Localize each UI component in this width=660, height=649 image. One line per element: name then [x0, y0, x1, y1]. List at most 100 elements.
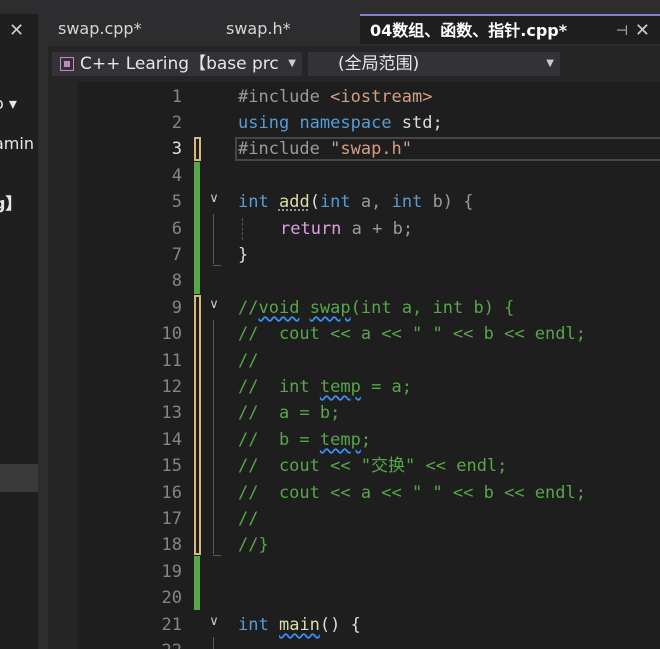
comment-text: // cout << "交换" << endl; [238, 456, 508, 476]
tab-swap-cpp[interactable]: swap.cpp* [48, 14, 214, 44]
saved-change-marker [194, 162, 200, 294]
keyword: namespace [299, 113, 392, 133]
close-tab-icon[interactable]: ✕ [635, 16, 650, 44]
comment-text: // cout << a << " " << b << endl; [238, 324, 586, 344]
line-number: 12 [161, 377, 182, 397]
code-line-9[interactable]: //void swap(int a, int b) { [238, 295, 514, 321]
comment-marker: // [238, 298, 259, 318]
line-number: 11 [161, 351, 182, 371]
code-line-7[interactable]: } [238, 242, 248, 268]
preprocessor-directive: #include [238, 87, 331, 107]
tab-swap-h[interactable]: swap.h* [216, 14, 358, 44]
panel-text-fragment: amin [0, 134, 34, 153]
glyph-margin[interactable] [48, 82, 78, 649]
line-number: 19 [161, 562, 182, 582]
code-editor[interactable]: 1 2 3 4 5 6 7 8 9 10 11 12 13 14 15 16 1… [48, 82, 660, 649]
scope-dropdown-label: (全局范围) [338, 54, 420, 74]
code-line-18[interactable]: //} [238, 532, 269, 558]
fold-toggle-icon[interactable]: ∨ [206, 191, 222, 206]
comment-text: //} [238, 535, 269, 555]
comment-text: ; [360, 430, 372, 450]
fold-guide-end [213, 264, 221, 266]
tab-label: 04数组、函数、指针.cpp* [370, 21, 568, 40]
tab-main-cpp[interactable]: 04数组、函数、指针.cpp* ⊣ ✕ [360, 14, 660, 44]
line-number: 22 [78, 638, 182, 649]
line-number: 14 [161, 430, 182, 450]
squiggle-word: temp [319, 377, 361, 397]
fold-toggle-icon[interactable]: ∨ [206, 297, 222, 312]
saved-change-marker [194, 556, 200, 610]
line-number: 16 [161, 483, 182, 503]
punctuation: () { [319, 615, 361, 635]
code-line-17[interactable]: // [238, 506, 258, 532]
line-number: 3 [171, 139, 182, 159]
include-target: "swap.h" [330, 139, 413, 159]
line-number: 8 [171, 271, 182, 291]
project-dropdown[interactable]: C++ Learing【base prc ▼ [52, 52, 302, 76]
comment-text: = a; [360, 377, 413, 397]
line-number: 2 [171, 113, 182, 133]
keyword: int [391, 192, 423, 212]
code-line-2[interactable]: using namespace std; [238, 110, 443, 136]
code-line-12[interactable]: // int temp = a; [238, 374, 412, 400]
keyword: int [319, 192, 351, 212]
fold-guide-end [213, 554, 221, 556]
punctuation: ( [309, 192, 320, 212]
tab-label: swap.cpp* [58, 19, 142, 38]
line-number: 18 [161, 535, 182, 555]
code-line-13[interactable]: // a = b; [238, 400, 340, 426]
code-line-5[interactable]: int add(int a, int b) { [238, 189, 474, 215]
pin-icon[interactable]: ⊣ [616, 16, 628, 44]
code-line-15[interactable]: // cout << "交换" << endl; [238, 453, 507, 479]
line-number: 21 [161, 615, 182, 635]
code-line-1[interactable]: #include <iostream> [238, 84, 432, 110]
code-line-6[interactable]: return a + b; [280, 216, 413, 242]
chevron-down-icon: ▼ [288, 58, 296, 69]
fold-toggle-icon[interactable]: ∨ [206, 614, 222, 629]
unsaved-change-marker [194, 295, 201, 555]
code-line-21[interactable]: int main() { [238, 612, 361, 638]
keyword: using [238, 113, 290, 133]
comment-text: // a = b; [238, 403, 341, 423]
code-line-3[interactable]: #include "swap.h" [238, 136, 412, 162]
comment-text: // [238, 351, 259, 371]
document-tab-bar: swap.cpp* swap.h* 04数组、函数、指针.cpp* ⊣ ✕ [48, 14, 660, 46]
code-line-14[interactable]: // b = temp; [238, 427, 371, 453]
code-line-11[interactable]: // [238, 348, 258, 374]
line-number: 10 [161, 324, 182, 344]
unsaved-change-marker [194, 137, 201, 161]
panel-button-fragment[interactable]: o ▾ [0, 94, 17, 113]
indent-guide [242, 218, 244, 240]
close-icon[interactable]: ✕ [9, 20, 24, 41]
line-number: 6 [171, 219, 182, 239]
line-number: 1 [171, 87, 182, 107]
panel-selected-row[interactable] [0, 464, 38, 492]
function-name: main [278, 615, 320, 635]
code-line-16[interactable]: // cout << a << " " << b << endl; [238, 480, 586, 506]
project-dropdown-label: C++ Learing【base prc [80, 54, 279, 74]
comment-text: // int [238, 377, 320, 397]
code-line-10[interactable]: // cout << a << " " << b << endl; [238, 321, 586, 347]
line-number: 9 [171, 298, 182, 318]
panel-splitter[interactable] [38, 14, 48, 649]
identifier: std; [391, 113, 443, 133]
parameter: a, [350, 192, 392, 212]
expression: a + b; [341, 219, 414, 239]
closing-brace: } [238, 245, 249, 265]
line-number: 20 [161, 588, 182, 608]
chevron-down-icon: ▼ [546, 58, 554, 69]
panel-text-fragment: g】 [0, 194, 22, 213]
comment-text: // b = [238, 430, 320, 450]
tab-label: swap.h* [226, 19, 291, 38]
comment-text: // cout << a << " " << b << endl; [238, 483, 586, 503]
navigation-bar: C++ Learing【base prc ▼ (全局范围) ▼ [48, 46, 660, 82]
comment-text: // [238, 509, 259, 529]
scope-dropdown[interactable]: (全局范围) ▼ [308, 52, 560, 76]
line-number: 5 [171, 192, 182, 212]
line-number: 7 [171, 245, 182, 265]
project-icon [60, 57, 74, 71]
left-tool-panel: ✕ o ▾ amin g】 [0, 14, 38, 649]
preprocessor-directive: #include [238, 139, 331, 159]
